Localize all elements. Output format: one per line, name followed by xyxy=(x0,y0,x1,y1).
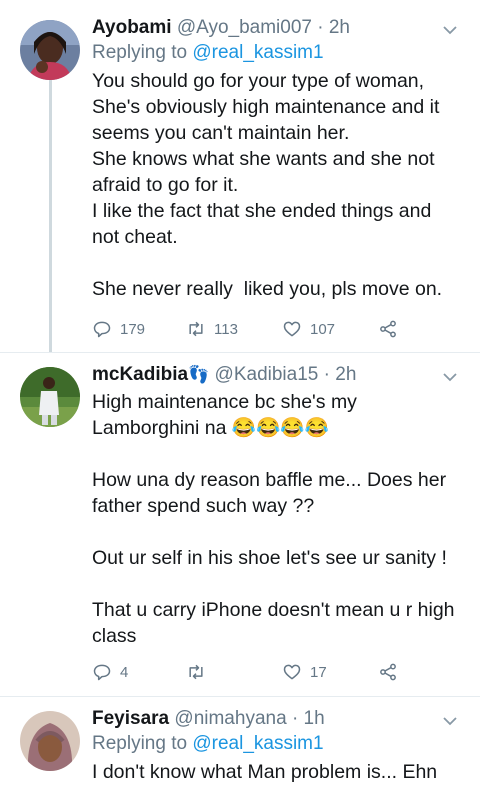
tweet-line: How una dy reason baffle me... Does her … xyxy=(92,469,452,517)
tweet-line: I don't know what Man problem is... Ehn xyxy=(92,761,438,783)
retweet-count: 113 xyxy=(214,320,238,338)
timestamp[interactable]: 1h xyxy=(304,708,325,729)
tweet-line: That u carry iPhone doesn't mean u r hig… xyxy=(92,599,460,647)
user-handle[interactable]: @Kadibia15 xyxy=(215,364,319,385)
display-name[interactable]: mcKadibia xyxy=(92,364,188,385)
heart-icon xyxy=(283,664,301,680)
thread-line xyxy=(49,80,52,352)
avatar[interactable] xyxy=(20,20,80,80)
heart-icon xyxy=(283,321,301,337)
tweet-line xyxy=(92,519,462,545)
retweet-icon xyxy=(189,664,203,680)
mention-link[interactable]: @real_kassim1 xyxy=(192,733,323,754)
mention-link[interactable]: @real_kassim1 xyxy=(192,42,323,63)
replying-to: Replying to @real_kassim1 xyxy=(92,731,462,757)
tweet-line: I like the fact that she ended things an… xyxy=(92,200,437,248)
like-count: 107 xyxy=(310,320,336,338)
timestamp[interactable]: 2h xyxy=(329,17,350,38)
reply-count: 4 xyxy=(120,663,129,681)
tweet-ayobami[interactable]: Ayobami @Ayo_bami007 · 2h Replying to @r… xyxy=(0,0,480,352)
tweet-text: I don't know what Man problem is... Ehn xyxy=(92,759,462,785)
reply-button[interactable]: 4 xyxy=(92,661,128,683)
tweet-line: She knows what she wants and she not afr… xyxy=(92,148,440,196)
reply-button[interactable]: 179 xyxy=(92,318,145,340)
separator-dot: · xyxy=(291,708,299,729)
share-icon xyxy=(380,663,396,681)
display-name[interactable]: Feyisara xyxy=(92,708,169,729)
display-name[interactable]: Ayobami xyxy=(92,17,172,38)
like-button[interactable]: 107 xyxy=(282,318,335,340)
share-button[interactable] xyxy=(378,318,398,340)
like-button[interactable]: 17 xyxy=(282,661,327,683)
avatar[interactable] xyxy=(20,367,80,427)
tweet-line xyxy=(92,571,462,597)
share-button[interactable] xyxy=(378,661,398,683)
avatar[interactable] xyxy=(20,711,80,771)
chevron-down-icon[interactable] xyxy=(442,713,458,729)
retweet-button[interactable] xyxy=(186,661,214,683)
tweet-text: You should go for your type of woman, Sh… xyxy=(92,68,462,302)
tweet-actions: 4 17 xyxy=(92,661,422,683)
tweet-line: High maintenance bc she's my Lamborghini… xyxy=(92,391,363,439)
tweet-line: Out ur self in his shoe let's see ur san… xyxy=(92,547,447,569)
retweet-button[interactable]: 113 xyxy=(186,318,238,340)
retweet-icon xyxy=(189,321,203,337)
replying-to-label: Replying to xyxy=(92,733,188,754)
tweet-line: She never really liked you, pls move on. xyxy=(92,278,443,300)
replying-to-label: Replying to xyxy=(92,42,188,63)
tweet-line: She's obviously high maintenance and it … xyxy=(92,96,445,144)
user-handle[interactable]: @Ayo_bami007 xyxy=(177,17,312,38)
user-handle[interactable]: @nimahyana xyxy=(174,708,286,729)
tweet-mckadibia[interactable]: mcKadibia👣 @Kadibia15 · 2h High maintena… xyxy=(0,353,480,696)
separator-dot: · xyxy=(317,17,324,38)
chevron-down-icon[interactable] xyxy=(442,22,458,38)
tweet-actions: 179 113 107 xyxy=(92,318,422,340)
tweet-header: Ayobami @Ayo_bami007 · 2h xyxy=(92,16,462,40)
chevron-down-icon[interactable] xyxy=(442,369,458,385)
tweet-line xyxy=(92,441,462,467)
tweet-line: You should go for your type of woman, xyxy=(92,70,425,92)
timestamp[interactable]: 2h xyxy=(335,364,356,385)
replying-to: Replying to @real_kassim1 xyxy=(92,40,462,66)
reply-count: 179 xyxy=(120,320,146,338)
tweet-line xyxy=(92,250,462,276)
tweet-feyisara[interactable]: Feyisara @nimahyana · 1h Replying to @re… xyxy=(0,697,480,783)
reply-icon xyxy=(93,321,111,338)
tweet-header: Feyisara @nimahyana · 1h xyxy=(92,707,462,731)
footprints-emoji: 👣 xyxy=(188,365,210,384)
share-icon xyxy=(380,320,396,338)
reply-icon xyxy=(93,664,111,681)
separator-dot: · xyxy=(323,364,330,385)
tweet-text: High maintenance bc she's my Lamborghini… xyxy=(92,389,462,649)
like-count: 17 xyxy=(310,663,327,681)
tweet-header: mcKadibia👣 @Kadibia15 · 2h xyxy=(92,363,462,387)
